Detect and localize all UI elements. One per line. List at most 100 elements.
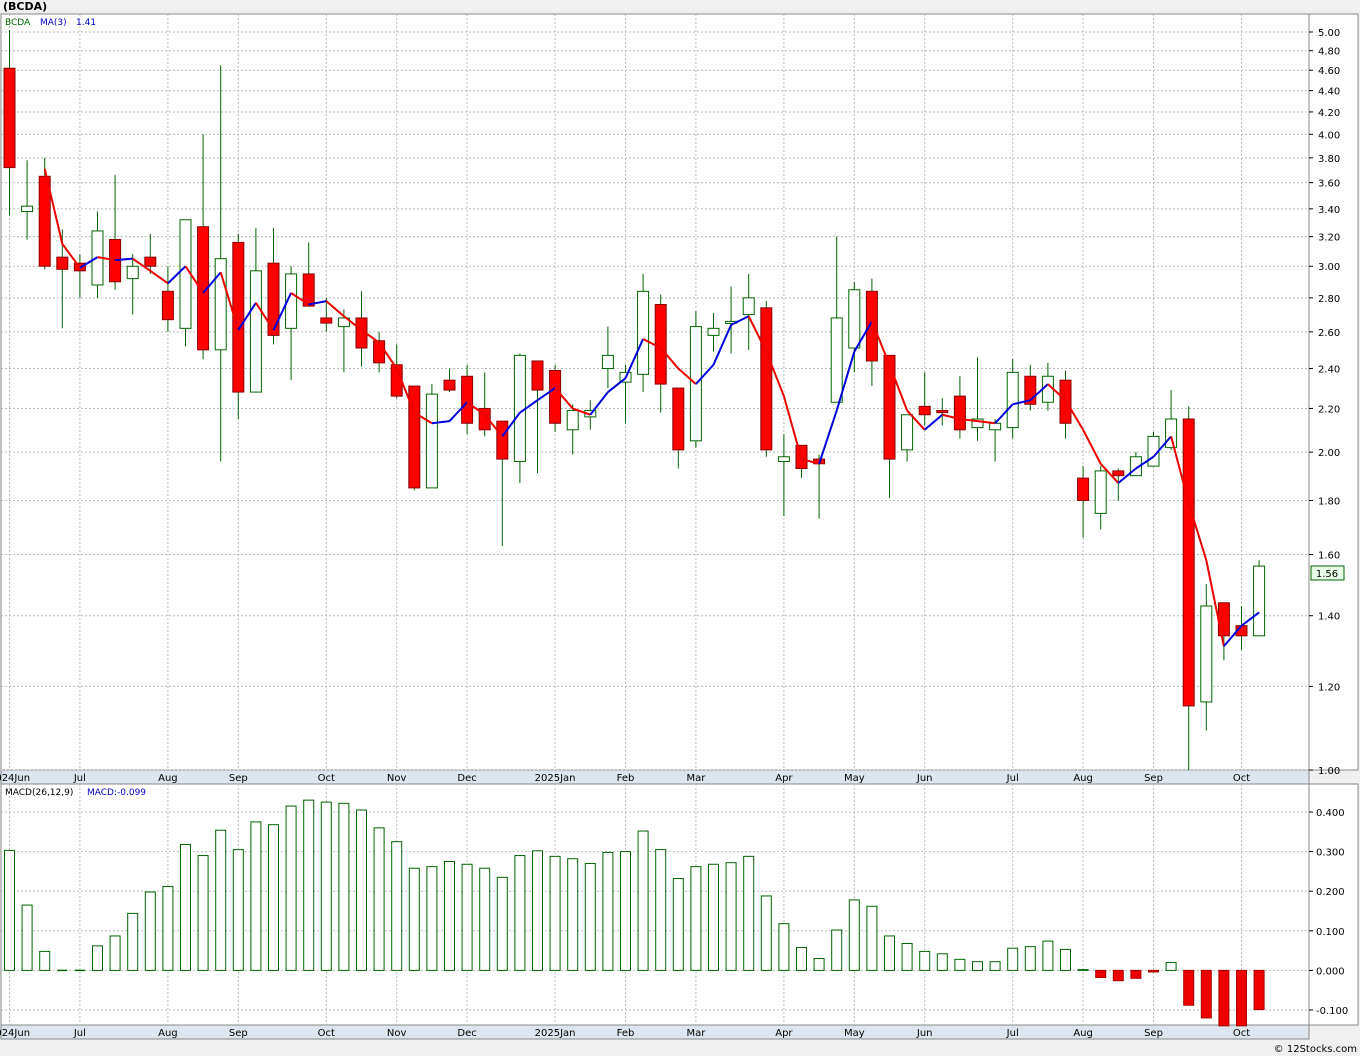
candle-body xyxy=(443,379,456,391)
macd-bar xyxy=(444,861,455,971)
candle-body xyxy=(742,297,755,316)
candle-body xyxy=(214,258,227,351)
macd-bar xyxy=(1148,969,1159,973)
x-tick-label: Apr xyxy=(775,1028,793,1039)
x-tick-label: Aug xyxy=(1073,773,1093,784)
macd-bar xyxy=(813,958,825,971)
macd-bar xyxy=(39,950,51,971)
macd-bar xyxy=(743,855,755,971)
candle-body xyxy=(989,422,1002,431)
macd-bar xyxy=(1077,969,1089,971)
x-tick-label: Jul xyxy=(73,1028,86,1039)
x-tick-label: Jul xyxy=(1006,773,1019,784)
macd-tick-label: 0.100 xyxy=(1316,927,1345,938)
candle-body xyxy=(425,393,438,489)
macd-bar xyxy=(408,867,420,971)
candle-body xyxy=(38,175,51,267)
candle-body xyxy=(1253,565,1266,637)
macd-bar xyxy=(1218,969,1230,1027)
x-tick-label: Jul xyxy=(1006,1028,1019,1039)
price-tick-label: 1.80 xyxy=(1318,496,1340,507)
candle-body xyxy=(654,303,667,385)
macd-bar xyxy=(1236,969,1247,1027)
price-tick-label: 5.00 xyxy=(1318,28,1340,39)
macd-bar xyxy=(320,801,332,971)
macd-bar xyxy=(144,891,156,971)
candle-body xyxy=(936,410,949,414)
candle xyxy=(232,233,245,419)
candle-body xyxy=(672,387,685,451)
price-tick-label: 3.20 xyxy=(1318,233,1340,244)
macd-bar xyxy=(919,950,931,971)
candle-body xyxy=(777,456,790,462)
candle-body xyxy=(531,360,544,391)
x-tick-label: 2025Jan xyxy=(535,773,576,784)
macd-bar xyxy=(496,876,508,971)
x-tick-label: Apr xyxy=(775,773,793,784)
candle-body xyxy=(760,307,773,451)
macd-bar xyxy=(1130,969,1142,979)
x-tick-label: Jun xyxy=(916,1028,933,1039)
price-tick-label: 4.60 xyxy=(1318,66,1340,77)
macd-bar xyxy=(1095,969,1107,979)
x-tick-label: 2025Jan xyxy=(535,1028,576,1039)
macd-bar xyxy=(232,849,244,971)
price-tick-label: 1.00 xyxy=(1318,766,1340,777)
candle-body xyxy=(707,327,720,336)
price-tick-label: 2.20 xyxy=(1318,404,1340,415)
x-tick-label: Oct xyxy=(318,773,335,784)
x-tick-label: Jun xyxy=(916,773,933,784)
macd-bar xyxy=(532,850,543,971)
candle-body xyxy=(21,205,34,213)
macd-bar xyxy=(1183,969,1195,1006)
macd-bar xyxy=(796,946,807,971)
candle-body xyxy=(1112,470,1125,477)
x-tick-label: Dec xyxy=(457,1028,476,1039)
price-tick-label: 1.60 xyxy=(1318,550,1340,561)
macd-bar xyxy=(637,830,649,971)
price-tick-label: 4.20 xyxy=(1318,108,1340,119)
macd-tick-label: -0.100 xyxy=(1316,1006,1348,1017)
x-tick-label: Feb xyxy=(617,773,635,784)
macd-bar xyxy=(831,929,843,971)
x-tick-label: Jul xyxy=(73,773,86,784)
macd-bar xyxy=(936,953,948,971)
candle xyxy=(760,301,773,457)
candle-body xyxy=(601,354,614,370)
macd-tick-label: 0.200 xyxy=(1316,887,1345,898)
candle-body xyxy=(56,256,69,270)
candle-body xyxy=(566,410,579,431)
macd-bar xyxy=(92,945,103,971)
macd-bar xyxy=(866,905,878,971)
macd-bar xyxy=(338,802,350,971)
x-tick-label: Aug xyxy=(1073,1028,1093,1039)
candle xyxy=(1253,560,1266,637)
candle-body xyxy=(953,395,966,431)
price-tick-label: 2.60 xyxy=(1318,328,1340,339)
macd-bar xyxy=(584,862,596,971)
x-tick-label: Mar xyxy=(686,773,706,784)
price-tick-label: 4.80 xyxy=(1318,47,1340,58)
candle-body xyxy=(179,219,192,329)
candle xyxy=(179,219,192,347)
candle-body xyxy=(249,270,262,393)
macd-bar xyxy=(901,942,913,971)
macd-bar xyxy=(672,878,684,971)
candle-body xyxy=(3,67,16,169)
price-tick-label: 1.20 xyxy=(1318,682,1340,693)
legend-symbol: BCDA xyxy=(5,18,31,28)
candle-body xyxy=(549,369,562,424)
macd-bar xyxy=(708,863,719,971)
macd-bar xyxy=(1200,969,1212,1019)
macd-panel xyxy=(0,783,1310,1026)
candle-body xyxy=(1041,375,1054,403)
macd-bar xyxy=(479,867,491,971)
macd-bar xyxy=(268,824,279,971)
macd-bar xyxy=(602,851,614,971)
price-tick-label: 4.40 xyxy=(1318,87,1340,98)
candle-body xyxy=(1006,371,1019,429)
macd-bar xyxy=(1024,946,1036,971)
candle-body xyxy=(144,256,157,267)
x-tick-label: Mar xyxy=(686,1028,706,1039)
candle-body xyxy=(901,414,914,451)
